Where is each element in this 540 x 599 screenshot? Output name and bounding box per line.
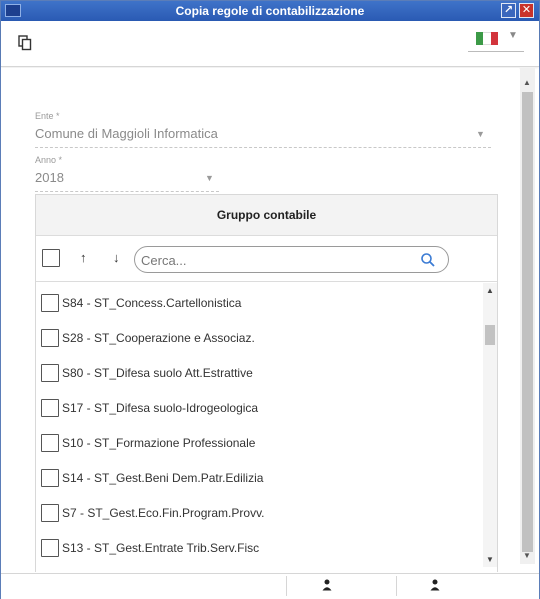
list-item[interactable]: S14 - ST_Gest.Beni Dem.Patr.Edilizia [36, 461, 481, 496]
list-item-label: S7 - ST_Gest.Eco.Fin.Program.Provv. [62, 506, 265, 520]
ente-select-value[interactable]: Comune di Maggioli Informatica [35, 126, 218, 141]
anno-label: Anno * [35, 155, 63, 165]
list-item[interactable]: S84 - ST_Concess.Cartellonistica [36, 286, 481, 321]
close-button[interactable]: ✕ [519, 3, 534, 18]
language-select-underline [468, 51, 524, 52]
page-scroll-down-icon[interactable]: ▼ [523, 551, 531, 560]
list-item-label: S84 - ST_Concess.Cartellonistica [62, 296, 242, 310]
anno-chevron-down-icon[interactable]: ▼ [205, 173, 214, 183]
list-item-checkbox[interactable] [41, 539, 59, 557]
list-item[interactable]: S7 - ST_Gest.Eco.Fin.Program.Provv. [36, 496, 481, 531]
list-item-checkbox[interactable] [41, 469, 59, 487]
chevron-down-icon[interactable]: ▼ [508, 30, 518, 41]
page-scrollbar[interactable]: ▲ ▼ [520, 68, 535, 564]
page-scroll-up-icon[interactable]: ▲ [523, 78, 531, 87]
page-scrollbar-thumb[interactable] [522, 92, 533, 552]
title-bar: Copia regole di contabilizzazione ↗ ✕ [1, 1, 539, 21]
user-icon [430, 579, 440, 591]
list-scrollbar[interactable]: ▲ ▼ [483, 283, 497, 567]
list-item[interactable]: S80 - ST_Difesa suolo Att.Estrattive [36, 356, 481, 391]
group-controls: ↑ ↓ [36, 236, 497, 282]
anno-select-value[interactable]: 2018 [35, 170, 64, 185]
search-icon[interactable] [420, 252, 436, 268]
copy-icon[interactable] [18, 35, 32, 51]
main-content: Ente * Comune di Maggioli Informatica ▼ … [1, 68, 519, 572]
ente-label: Ente * [35, 111, 60, 121]
list-scrollbar-thumb[interactable] [485, 325, 495, 345]
list-item-label: S80 - ST_Difesa suolo Att.Estrattive [62, 366, 253, 380]
restore-button[interactable]: ↗ [501, 3, 516, 18]
ente-chevron-down-icon[interactable]: ▼ [476, 129, 485, 139]
sort-down-button[interactable]: ↓ [113, 250, 120, 265]
user-icon [322, 579, 332, 591]
list-item-checkbox[interactable] [41, 504, 59, 522]
group-header: Gruppo contabile [36, 195, 497, 236]
list-item-checkbox[interactable] [41, 434, 59, 452]
sort-up-button[interactable]: ↑ [80, 250, 87, 265]
list-item-checkbox[interactable] [41, 329, 59, 347]
group-list: S84 - ST_Concess.Cartellonistica S28 - S… [36, 283, 497, 572]
list-item-label: S14 - ST_Gest.Beni Dem.Patr.Edilizia [62, 471, 264, 485]
scroll-up-icon[interactable]: ▲ [486, 286, 494, 295]
list-item-label: S13 - ST_Gest.Entrate Trib.Serv.Fisc [62, 541, 260, 555]
list-item-checkbox[interactable] [41, 364, 59, 382]
list-item[interactable]: S10 - ST_Formazione Professionale [36, 426, 481, 461]
search-input[interactable] [141, 250, 411, 270]
status-bar [1, 573, 539, 599]
scroll-down-icon[interactable]: ▼ [486, 555, 494, 564]
dialog-window: Copia regole di contabilizzazione ↗ ✕ ▼ … [0, 0, 540, 599]
list-item-label: S10 - ST_Formazione Professionale [62, 436, 256, 450]
status-divider [286, 576, 287, 596]
select-all-checkbox[interactable] [42, 249, 60, 267]
italy-flag-icon[interactable] [476, 32, 498, 45]
toolbar: ▼ [1, 21, 539, 67]
ente-underline [35, 147, 491, 148]
gruppo-contabile-panel: Gruppo contabile ↑ ↓ S84 - ST_Concess.Ca… [35, 194, 498, 572]
list-item-label: S28 - ST_Cooperazione e Associaz. [62, 331, 255, 345]
status-divider [396, 576, 397, 596]
search-field[interactable] [134, 246, 449, 273]
list-item-checkbox[interactable] [41, 399, 59, 417]
list-item-label: S17 - ST_Difesa suolo-Idrogeologica [62, 401, 259, 415]
anno-underline [35, 191, 219, 192]
list-item[interactable]: S13 - ST_Gest.Entrate Trib.Serv.Fisc [36, 531, 481, 566]
window-title: Copia regole di contabilizzazione [175, 4, 365, 18]
list-item-checkbox[interactable] [41, 294, 59, 312]
list-item[interactable]: S28 - ST_Cooperazione e Associaz. [36, 321, 481, 356]
list-item[interactable]: S17 - ST_Difesa suolo-Idrogeologica [36, 391, 481, 426]
